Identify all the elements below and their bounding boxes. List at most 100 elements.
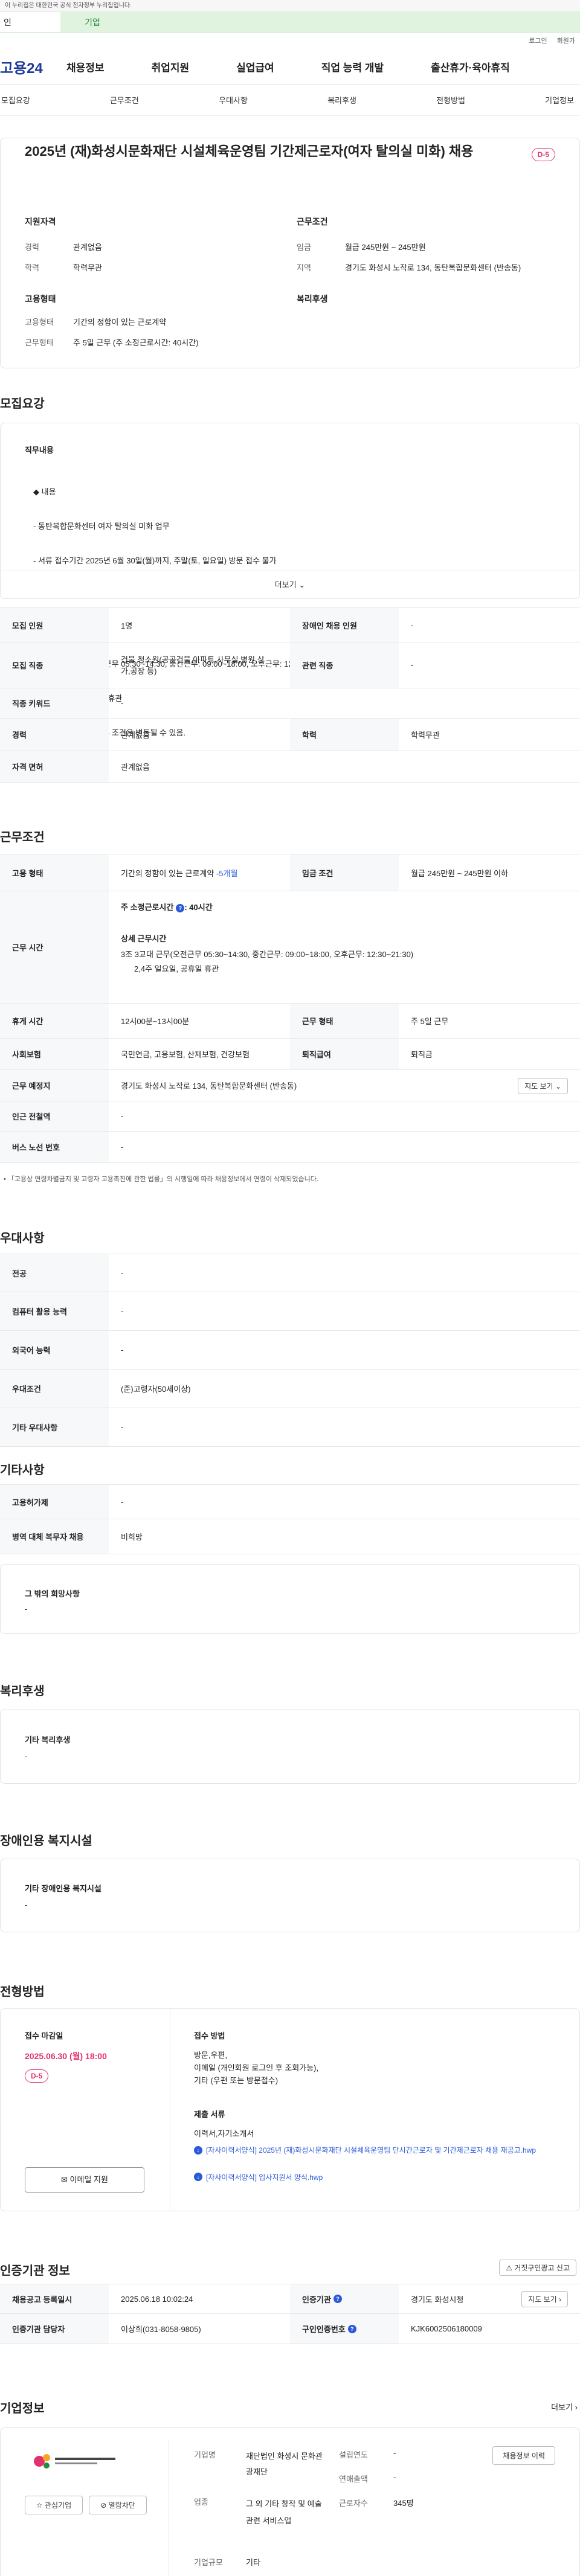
method-line: 방문,우편, — [194, 2051, 228, 2060]
row-header: 경력 — [0, 719, 109, 751]
row-value: 학력무관 — [411, 731, 440, 740]
chevron-down-icon: ⌄ — [298, 580, 306, 589]
company-heading: 기업정보 — [0, 2402, 45, 2415]
employees-value: 345명 — [393, 2499, 414, 2508]
section-nav: 모집요강 근무조건 우대사항 복리후생 전형방법 기업정보 — [0, 85, 580, 116]
deadline-value: 2025.06.30 (월) 18:00 — [25, 2051, 107, 2061]
mail-icon: ✉ — [61, 2175, 68, 2184]
join-link[interactable]: 회원가 — [557, 33, 575, 50]
hiring-history-button[interactable]: 채용정보 이력 — [492, 2446, 555, 2465]
row-value: 12시00분~13시00분 — [121, 1017, 190, 1026]
info-icon[interactable]: ? — [333, 2295, 342, 2303]
sales-value: - — [393, 2473, 396, 2482]
loc-label: 지역 — [297, 263, 311, 272]
attachment-link[interactable]: ↓ [자사이력서양식] 입사지원서 양식.hwp — [194, 2172, 323, 2182]
block-view-button[interactable]: ⊘ 열람차단 — [89, 2496, 147, 2514]
more-button[interactable]: 더보기 ⌄ — [1, 571, 579, 598]
company-logo-image — [34, 2454, 115, 2469]
row-header: 직종 키워드 — [0, 688, 109, 718]
block-icon: ⊘ — [100, 2501, 107, 2510]
site-logo[interactable]: 고용24 — [0, 56, 66, 77]
company-size-label: 기업규모 — [194, 2558, 223, 2567]
gnb-item[interactable]: 직업 능력 개발 — [321, 59, 384, 74]
row-value: 2025.06.18 10:02:24 — [121, 2294, 193, 2304]
global-nav: 고용24 채용정보 취업지원 실업급여 직업 능력 개발 출산휴가·육아휴직 — [0, 50, 580, 85]
method-list: 방문,우편, 이메일 (개인회원 로그인 후 조회가능), 기타 (우편 또는 … — [194, 2049, 318, 2087]
table-row: 전공 - — [0, 1254, 580, 1292]
table-row: 경력 관계없음 학력 학력무관 — [0, 719, 580, 751]
favorite-company-button[interactable]: ☆ 관심기업 — [25, 2496, 83, 2514]
attachment-link[interactable]: ↓ [자사이력서양식] 2025년 (재)화성시문화재단 시설체육운영팀 단시간근… — [194, 2145, 556, 2156]
recruit-heading: 모집요강 — [0, 397, 45, 411]
docs-value: 이력서,자기소개서 — [194, 2129, 254, 2138]
table-row: 병역 대체 복무자 채용 비희망 — [0, 1519, 580, 1554]
row-header: 버스 노선 번호 — [0, 1132, 109, 1162]
welfare-sub-heading: 기타 복리후생 — [25, 1735, 71, 1745]
work-label: 근무형태 — [25, 338, 54, 347]
gnb-item[interactable]: 출산휴가·육아휴직 — [431, 59, 510, 74]
map-button[interactable]: 지도 보기 ⌄ — [518, 1078, 568, 1094]
gnb-item[interactable]: 취업지원 — [152, 59, 190, 74]
chevron-down-icon: ⌄ — [555, 1082, 561, 1091]
subnav-item[interactable]: 전형방법 — [436, 94, 465, 106]
info-icon[interactable]: ? — [176, 904, 185, 912]
subnav-item[interactable]: 복리후생 — [327, 94, 356, 106]
duty-card: 직무내용 ◆ 내용 - 동탄복합문화센터 여자 탈의실 미화 업무 - 서류 접… — [0, 423, 580, 737]
age-notice: • 「고용상 연령차별금지 및 고령자 고용촉진에 관한 법률」의 시행일에 따… — [4, 1176, 318, 1183]
work-value: 주 5일 근무 (주 소정근로시간: 40시간) — [73, 338, 199, 347]
company-more-link[interactable]: 더보기 › — [551, 2401, 578, 2412]
welfare-card: 기타 복리후생 - — [0, 1709, 580, 1784]
row-header: 학력 — [290, 719, 399, 751]
login-link[interactable]: 로그인 — [529, 33, 547, 50]
table-row: 근무 예정지 경기도 화성시 노작로 134, 동탄복합문화센터 (반송동) 지도… — [0, 1070, 580, 1101]
row-header: 사회보험 — [0, 1039, 109, 1069]
row-value: 건물 청소원(공공건물,아파트,사무실,병원,상가,공장 등) — [121, 655, 265, 676]
table-row: 컴퓨터 활용 능력 - — [0, 1292, 580, 1331]
subnav-item[interactable]: 기업정보 — [545, 94, 574, 106]
table-row: 채용공고 등록일시 2025.06.18 10:02:24 인증기관? 경기도 화성… — [0, 2284, 580, 2314]
row-value: 이상희(031-8058-9805) — [121, 2325, 201, 2334]
map-button[interactable]: 지도 보기 › — [521, 2291, 568, 2307]
company-card: ☆ 관심기업 ⊘ 열람차단 기업명 재단법인 화성시 문화관광재단 업종 그 외… — [0, 2427, 580, 2576]
table-row: 인근 전철역 - — [0, 1101, 580, 1132]
row-header: 근무 예정지 — [0, 1070, 109, 1101]
deadline-heading: 접수 마감일 — [25, 2031, 63, 2040]
table-row: 자격 면허 관계없음 — [0, 751, 580, 783]
row-header: 전공 — [0, 1254, 109, 1292]
employees-label: 근로자수 — [339, 2499, 368, 2508]
user-type-tabs: 인 기업 — [0, 12, 580, 33]
duty-heading: 직무내용 — [25, 446, 54, 455]
tab-personal[interactable]: 인 — [0, 12, 60, 32]
table-row: 휴게 시간 12시00분~13시00분 근무 형태 주 5일 근무 — [0, 1004, 580, 1039]
duty-line: - 동탄복합문화센터 여자 탈의실 미화 업무 — [33, 522, 170, 531]
gnb-item[interactable]: 실업급여 — [236, 59, 274, 74]
disab-value: - — [25, 1900, 28, 1909]
career-label: 경력 — [25, 243, 39, 252]
row-value: - — [121, 1497, 124, 1507]
info-icon[interactable]: ? — [347, 2324, 356, 2333]
row-header: 고용허가제 — [0, 1485, 109, 1519]
job-title: 2025년 (재)화성시문화재단 시설체육운영팀 기간제근로자(여자 탈의실 미… — [25, 144, 474, 159]
other-wish-card: 그 밖의 희망사항 - — [0, 1564, 580, 1634]
row-header: 병역 대체 복무자 채용 — [0, 1519, 109, 1554]
report-ad-button[interactable]: ⚠ 거짓구인광고 신고 — [499, 2260, 576, 2276]
row-header: 인증기관 담당자 — [0, 2314, 109, 2344]
table-row: 직종 키워드 - — [0, 688, 580, 719]
row-value: 기간의 정함이 있는 근로계약 - 5개월 — [121, 854, 237, 891]
contract-months: 5개월 — [219, 868, 238, 878]
sales-label: 연매출액 — [339, 2475, 368, 2484]
row-header: 장애인 채용 인원 — [290, 608, 399, 642]
row-value: 관계없음 — [121, 763, 150, 772]
row-header: 채용공고 등록일시 — [0, 2284, 109, 2313]
email-apply-button[interactable]: ✉ 이메일 지원 — [25, 2167, 144, 2193]
row-header: 컴퓨터 활용 능력 — [0, 1292, 109, 1330]
tab-company[interactable]: 기업 — [60, 12, 121, 32]
gnb-item[interactable]: 채용정보 — [66, 59, 105, 74]
row-value: 퇴직금 — [411, 1050, 433, 1059]
subnav-item[interactable]: 근무조건 — [110, 94, 139, 106]
cond-heading: 근무조건 — [297, 217, 328, 226]
duty-line: - 서류 접수기간 2025년 6월 30일(월)까지, 주말(토, 일요일) … — [33, 556, 277, 565]
subnav-item[interactable]: 우대사항 — [219, 94, 248, 106]
cond-section-heading: 근무조건 — [0, 831, 45, 844]
subnav-item[interactable]: 모집요강 — [1, 94, 30, 106]
